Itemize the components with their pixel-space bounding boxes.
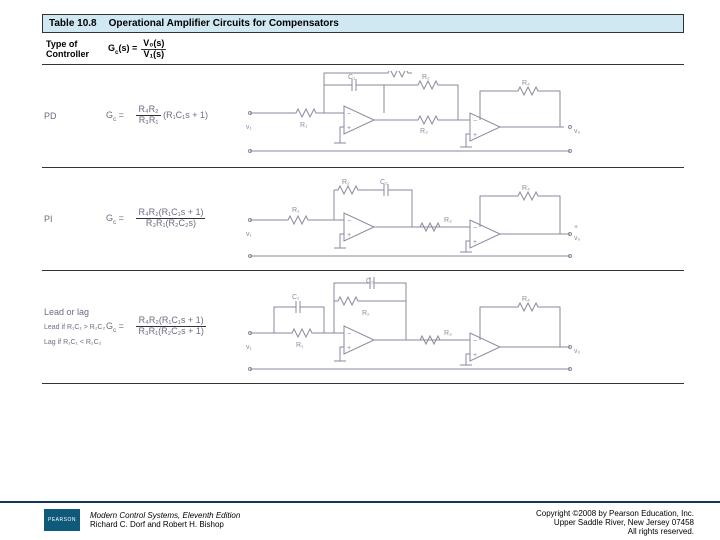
copyright-l3: All rights reserved.: [536, 527, 694, 536]
ll-cond2: Lag if R₁C₁ < R₂C₂: [44, 338, 106, 347]
svg-text:v₁: v₁: [246, 344, 253, 351]
svg-text:R₁: R₁: [296, 342, 304, 349]
pd-den: R₃R₁: [136, 116, 160, 126]
gc-arg: (s) =: [119, 43, 138, 53]
svg-text:v₀: v₀: [574, 348, 581, 355]
svg-text:v₁: v₁: [246, 124, 253, 131]
copyright-l2: Upper Saddle River, New Jersey 07458: [536, 518, 694, 527]
book-title: Modern Control Systems, Eleventh Edition: [90, 511, 240, 520]
svg-text:R₂: R₂: [422, 74, 430, 81]
footer: PEARSON Modern Control Systems, Eleventh…: [0, 501, 720, 536]
ll-den: R₃R₁(R₂C₂s + 1): [136, 327, 205, 337]
svg-text:R₂: R₂: [342, 179, 350, 186]
ll-circuit: v₁ R₁ C₁ R₂ C₂ R₃ R₄ v₀: [244, 277, 682, 377]
pi-circuit: v₁ R₁ R₂ C₂ R₃ R₄ + v₀: [244, 174, 682, 264]
svg-text:R₃: R₃: [444, 330, 452, 337]
svg-text:v₀: v₀: [574, 128, 581, 135]
svg-text:R₄: R₄: [522, 80, 530, 87]
pi-den: R₃R₁(R₂C₂s): [136, 219, 205, 229]
table-title: Operational Amplifier Circuits for Compe…: [109, 18, 339, 29]
svg-text:R₂: R₂: [362, 310, 370, 317]
pd-tail: (R₁C₁s + 1): [163, 110, 208, 120]
pearson-logo: PEARSON: [44, 509, 80, 531]
tf-den: V₁(s): [141, 50, 166, 60]
gc-g: G: [108, 43, 115, 53]
svg-text:R₃: R₃: [420, 128, 428, 135]
table-number: Table 10.8: [49, 18, 97, 29]
row-pi: PI Gc = R₄R₂(R₁C₁s + 1) R₃R₁(R₂C₂s) v₁ R…: [42, 168, 684, 271]
book-authors: Richard C. Dorf and Robert H. Bishop: [90, 520, 240, 529]
svg-text:C₁: C₁: [348, 74, 356, 81]
svg-text:C₂: C₂: [366, 278, 374, 285]
row-pd: PD Gc = R₄R₂ R₃R₁ (R₁C₁s + 1) v₁ R₁ C₁ R…: [42, 65, 684, 168]
svg-text:R₄: R₄: [522, 296, 530, 303]
svg-text:C₁: C₁: [292, 294, 300, 301]
svg-text:R₄: R₄: [522, 185, 530, 192]
svg-text:C₂: C₂: [380, 179, 388, 186]
col1-l2: Controller: [46, 49, 108, 59]
row-leadlag: Lead or lag Lead if R₁C₁ > R₂C₂ Lag if R…: [42, 271, 684, 384]
copyright-l1: Copyright ©2008 by Pearson Education, In…: [536, 509, 694, 518]
pd-circuit: v₁ R₁ C₁ R₂ R₃ R₄ v₀: [244, 71, 682, 161]
column-headers: Type of Controller Gc(s) = V₀(s) V₁(s): [42, 33, 684, 65]
pi-label: PI: [44, 214, 106, 224]
svg-text:R₁: R₁: [292, 207, 300, 214]
table-header: Table 10.8 Operational Amplifier Circuit…: [42, 14, 684, 33]
ll-label: Lead or lag: [44, 307, 106, 317]
svg-text:v₀: v₀: [574, 235, 581, 242]
pd-label: PD: [44, 111, 106, 121]
ll-cond1: Lead if R₁C₁ > R₂C₂: [44, 323, 106, 332]
col1-l1: Type of: [46, 39, 108, 49]
svg-text:R₁: R₁: [300, 122, 308, 129]
svg-text:v₁: v₁: [246, 231, 253, 238]
svg-text:R₃: R₃: [444, 217, 452, 224]
svg-text:+: +: [574, 224, 578, 231]
